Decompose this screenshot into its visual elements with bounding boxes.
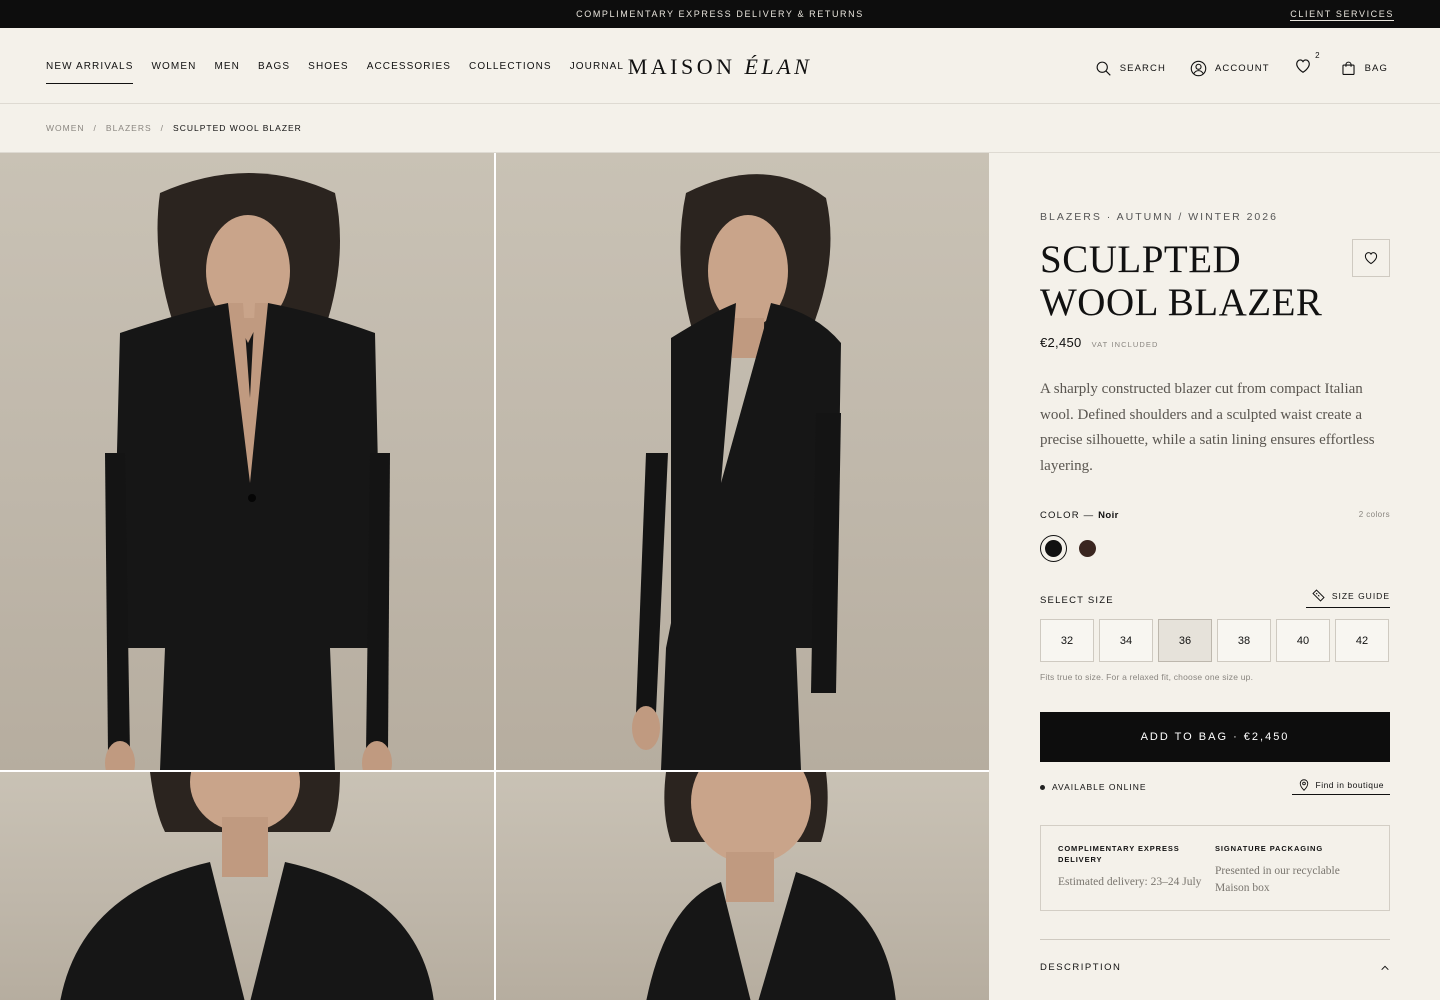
color-label: COLOR — bbox=[1040, 510, 1099, 521]
product-price: €2,450 bbox=[1040, 335, 1082, 350]
packaging-text: Presented in our recyclable Maison box bbox=[1215, 865, 1340, 894]
model-detail-right bbox=[646, 772, 896, 1000]
size-option-34[interactable]: 34 bbox=[1099, 619, 1153, 662]
search-button[interactable]: SEARCH bbox=[1095, 60, 1166, 77]
ruler-icon bbox=[1312, 589, 1325, 602]
packaging-title: SIGNATURE PACKAGING bbox=[1215, 844, 1324, 853]
model-detail-left bbox=[60, 772, 434, 1000]
status-dot bbox=[1040, 784, 1045, 790]
add-to-wishlist-button[interactable] bbox=[1352, 239, 1390, 277]
product-image-detail-right[interactable] bbox=[496, 772, 989, 1000]
breadcrumb-separator: / bbox=[93, 123, 97, 133]
swatch-brown[interactable] bbox=[1079, 540, 1096, 557]
breadcrumb-blazers[interactable]: BLAZERS bbox=[106, 123, 152, 133]
product-image-front[interactable] bbox=[0, 153, 494, 770]
price-row: €2,450 VAT INCLUDED bbox=[1040, 335, 1390, 350]
logo-italic: ÉLAN bbox=[744, 54, 813, 79]
color-count: 2 colors bbox=[1358, 510, 1390, 519]
search-icon bbox=[1096, 61, 1111, 76]
find-in-boutique-link[interactable]: Find in boutique bbox=[1291, 779, 1390, 795]
delivery-title: COMPLIMENTARY EXPRESS DELIVERY bbox=[1058, 844, 1180, 864]
product-image-side[interactable] bbox=[496, 153, 989, 770]
account-button[interactable]: ACCOUNT bbox=[1190, 60, 1270, 77]
delivery-text: Estimated delivery: 23–24 July bbox=[1058, 876, 1202, 888]
heart-icon bbox=[1295, 59, 1310, 73]
color-row: COLOR — Noir 2 colors bbox=[1040, 510, 1390, 521]
product-description: A sharply constructed blazer cut from co… bbox=[1040, 381, 1375, 474]
size-option-42[interactable]: 42 bbox=[1335, 619, 1389, 662]
account-icon bbox=[1190, 60, 1207, 77]
product-eyebrow: BLAZERS · AUTUMN / WINTER 2026 bbox=[1040, 211, 1278, 223]
product-title-line1: SCULPTED bbox=[1040, 238, 1242, 281]
description-accordion[interactable]: DESCRIPTION bbox=[1040, 939, 1390, 995]
delivery-info: COMPLIMENTARY EXPRESS DELIVERY Estimated… bbox=[1058, 843, 1215, 893]
announcement-bar: COMPLIMENTARY EXPRESS DELIVERY & RETURNS… bbox=[0, 0, 1440, 28]
product-gallery bbox=[0, 153, 989, 1000]
fit-note: Fits true to size. For a relaxed fit, ch… bbox=[1040, 672, 1254, 682]
breadcrumb-separator: / bbox=[160, 123, 165, 133]
product-title: SCULPTED WOOL BLAZER bbox=[1040, 238, 1390, 324]
color-swatches bbox=[1040, 535, 1390, 562]
bag-icon bbox=[1342, 61, 1355, 76]
swatch-noir-fill bbox=[1045, 540, 1062, 557]
packaging-info: SIGNATURE PACKAGING Presented in our rec… bbox=[1215, 843, 1372, 894]
shipping-info-box: COMPLIMENTARY EXPRESS DELIVERY Estimated… bbox=[1040, 825, 1390, 911]
size-header: SELECT SIZE SIZE GUIDE bbox=[1040, 589, 1390, 608]
bag-button[interactable]: BAG bbox=[1340, 60, 1388, 77]
bag-label: BAG bbox=[1364, 63, 1388, 74]
color-label-group: COLOR — Noir bbox=[1040, 510, 1119, 521]
size-option-36[interactable]: 36 bbox=[1158, 619, 1212, 662]
swatch-noir[interactable] bbox=[1040, 535, 1067, 562]
availability-label: AVAILABLE ONLINE bbox=[1052, 782, 1147, 792]
size-option-40[interactable]: 40 bbox=[1276, 619, 1330, 662]
header-utilities: SEARCH ACCOUNT 2 BAG bbox=[1071, 51, 1388, 80]
wishlist-count: 2 bbox=[1315, 51, 1320, 60]
model-figure-side bbox=[632, 174, 841, 770]
logo-main: MAISON bbox=[627, 54, 736, 79]
chevron-up-icon bbox=[1381, 965, 1389, 970]
availability-status: AVAILABLE ONLINE bbox=[1040, 782, 1147, 792]
breadcrumb-women[interactable]: WOMEN bbox=[46, 123, 85, 133]
client-services-link[interactable]: CLIENT SERVICES bbox=[1290, 9, 1394, 21]
size-label: SELECT SIZE bbox=[1040, 595, 1114, 606]
description-heading: DESCRIPTION bbox=[1040, 962, 1122, 973]
size-options: 32 34 36 38 40 42 bbox=[1040, 619, 1390, 662]
account-label: ACCOUNT bbox=[1214, 63, 1270, 74]
size-guide-link[interactable]: SIZE GUIDE bbox=[1305, 589, 1390, 608]
model-figure bbox=[105, 173, 392, 770]
add-to-bag-button[interactable]: ADD TO BAG · €2,450 bbox=[1040, 712, 1390, 762]
wishlist-button[interactable]: 2 bbox=[1294, 51, 1320, 80]
vat-note: VAT INCLUDED bbox=[1091, 340, 1159, 349]
location-pin-icon bbox=[1299, 779, 1308, 791]
product-image-detail-left[interactable] bbox=[0, 772, 494, 1000]
site-header: NEW ARRIVALS WOMEN MEN BAGS SHOES ACCESS… bbox=[0, 28, 1440, 104]
breadcrumb: WOMEN / BLAZERS / SCULPTED WOOL BLAZER bbox=[0, 104, 1440, 153]
product-title-line2: WOOL BLAZER bbox=[1040, 281, 1323, 324]
breadcrumb-current: SCULPTED WOOL BLAZER bbox=[173, 123, 302, 133]
size-guide-label: SIZE GUIDE bbox=[1331, 590, 1390, 601]
find-in-boutique-label: Find in boutique bbox=[1315, 780, 1384, 790]
availability-row: AVAILABLE ONLINE Find in boutique bbox=[1040, 779, 1390, 795]
promo-text: COMPLIMENTARY EXPRESS DELIVERY & RETURNS bbox=[576, 9, 864, 19]
search-label: SEARCH bbox=[1119, 63, 1166, 74]
heart-icon bbox=[1364, 252, 1378, 265]
color-value: Noir bbox=[1098, 510, 1119, 521]
size-option-32[interactable]: 32 bbox=[1040, 619, 1094, 662]
product-details-panel: BLAZERS · AUTUMN / WINTER 2026 SCULPTED … bbox=[989, 153, 1440, 1000]
size-option-38[interactable]: 38 bbox=[1217, 619, 1271, 662]
